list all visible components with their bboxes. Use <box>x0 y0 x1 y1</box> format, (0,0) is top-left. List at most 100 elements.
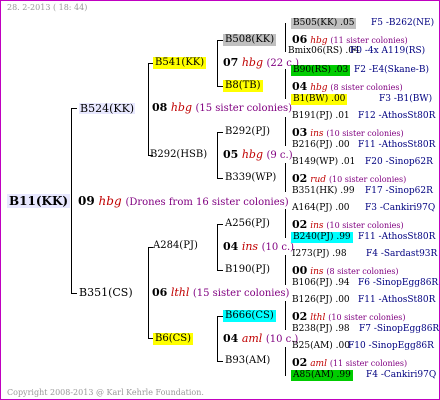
g2-detail-2: 05 hbg (9 c.) <box>223 149 293 161</box>
g4-node-12[interactable]: B106(PJ) .94 <box>292 279 350 288</box>
g4-node-1[interactable]: B505(KK) .05 <box>291 18 357 29</box>
g1-num-2: 06 <box>152 286 168 299</box>
g3-code-4: rud <box>310 175 327 185</box>
g3-num-3: 03 <box>292 126 308 139</box>
g3-code-3: ins <box>310 129 324 139</box>
g4-origin-12: F6 -SinopEgg86R <box>358 278 439 288</box>
g3-node-1[interactable]: B508(KK) <box>223 34 277 46</box>
g4-node-2[interactable]: Bmix06(RS) .04 <box>288 47 360 56</box>
g4-node-5[interactable]: B191(PJ) .01 <box>292 112 350 121</box>
g2d-tick-bottom <box>217 361 223 362</box>
g4-origin-2: F0 -4x A119(RS) <box>350 46 426 56</box>
g3-bracket-8 <box>285 347 286 376</box>
g3-node-5[interactable]: A256(PJ) <box>225 219 270 229</box>
g2-node-2[interactable]: B292(HSB) <box>150 150 207 160</box>
g3-bracket-4 <box>285 163 286 192</box>
g2-detail-4: 04 aml (10 c.) <box>223 333 298 345</box>
g3-node-2[interactable]: B8(TB) <box>223 80 263 92</box>
g1a-bracket <box>148 63 149 155</box>
g3-detail-5: 02 ins (10 sister colonies) <box>292 219 404 231</box>
g3-node-6[interactable]: B190(PJ) <box>225 265 270 275</box>
g3-code-6: ins <box>310 267 324 277</box>
g3-node-7[interactable]: B666(CS) <box>223 310 276 322</box>
g2b-tick-top <box>217 132 223 133</box>
g3-code-7: lthl <box>310 313 326 323</box>
g4-node-15[interactable]: B25(AM) .00 <box>292 342 350 351</box>
g4-origin-4: F3 -B1(BW) <box>379 94 433 104</box>
g4-node-14[interactable]: B238(PJ) .98 <box>292 325 350 334</box>
g2c-tick-top <box>217 224 223 225</box>
g4-origin-13: F11 -AthosSt80R <box>358 295 436 305</box>
g1-note-2: (15 sister colonies) <box>192 288 290 299</box>
g2-num-3: 04 <box>223 240 239 253</box>
g4-node-8[interactable]: B351(HK) .99 <box>292 187 355 196</box>
g3-note-4: (10 sister colonies) <box>328 175 407 184</box>
g4-node-11[interactable]: I273(PJ) .98 <box>292 250 347 259</box>
g3-note-6: (8 sister colonies) <box>326 267 399 276</box>
g2-code-2: hbg <box>241 148 263 161</box>
g1-detail-2: 06 lthl (15 sister colonies) <box>152 287 289 299</box>
g3-note-7: (10 sister colonies) <box>328 313 406 322</box>
g3-num-4: 02 <box>292 172 308 185</box>
g3-num-8: 02 <box>292 356 308 369</box>
g2-code-3: ins <box>241 240 259 253</box>
g1-num-1: 08 <box>152 101 168 114</box>
g4-node-4[interactable]: B1(BW) .00 <box>291 94 348 105</box>
g3-node-4[interactable]: B339(WP) <box>225 173 276 183</box>
g1-node-2[interactable]: B351(CS) <box>79 287 133 298</box>
g1-note-1: (15 sister colonies) <box>195 103 293 114</box>
g3-num-2: 04 <box>292 80 308 93</box>
g2-detail-1: 07 hbg (22 c.) <box>223 57 299 69</box>
g4-origin-10: F11 -AthosSt80R <box>358 232 436 242</box>
g2-note-2: (9 c.) <box>266 150 293 161</box>
g2b-bracket <box>217 132 218 178</box>
g4-origin-14: F7 -SinopEgg86R <box>359 324 440 334</box>
g3-num-6: 00 <box>292 264 308 277</box>
g4-origin-11: F4 -Sardast93R <box>366 249 438 259</box>
g4-origin-5: F12 -AthosSt80R <box>358 111 436 121</box>
g3-bracket-3 <box>285 117 286 146</box>
g3-bracket-6 <box>285 255 286 285</box>
g3-node-8[interactable]: B93(AM) <box>225 356 270 366</box>
g4-node-9[interactable]: A164(PJ) .00 <box>292 204 350 213</box>
g2d-bracket <box>217 316 218 361</box>
g1b-bracket <box>148 247 149 338</box>
root-node[interactable]: B11(KK) <box>7 194 71 208</box>
g1-detail-1: 08 hbg (15 sister colonies) <box>152 102 292 114</box>
g2-node-4[interactable]: B6(CS) <box>153 333 194 345</box>
g4-node-3[interactable]: B90(RS) .03 <box>291 65 351 76</box>
g3-num-7: 02 <box>292 310 308 323</box>
g3-node-3[interactable]: B292(PJ) <box>225 127 270 137</box>
g3-detail-3: 03 ins (10 sister colonies) <box>292 127 404 139</box>
g4-node-6[interactable]: B216(PJ) .00 <box>292 141 350 150</box>
g2c-tick-bottom <box>217 270 223 271</box>
g3-detail-2: 04 hbg (8 sister colonies) <box>292 81 403 93</box>
g1-node-1[interactable]: B524(KK) <box>79 103 136 114</box>
g3-num-5: 02 <box>292 218 308 231</box>
pedigree-frame: 28. 2-2013 ( 18: 44) Copyright 2008-2013… <box>0 0 440 400</box>
g3-bracket-7 <box>285 301 286 330</box>
g3-bracket-2 <box>285 69 286 99</box>
g4-node-7[interactable]: B149(WP) .01 <box>292 158 355 167</box>
root-note: (Drones from 16 sister colonies) <box>125 197 289 208</box>
g1-code-2: lthl <box>170 286 190 299</box>
g4-node-10[interactable]: B240(PJ) .99 <box>291 232 353 243</box>
g2-node-3[interactable]: A284(PJ) <box>153 241 198 251</box>
copyright-footer: Copyright 2008-2013 @ Karl Kehrle Founda… <box>7 388 204 397</box>
g2-note-3: (10 c.) <box>261 242 295 253</box>
g3-detail-8: 02 aml (11 sister colonies) <box>292 357 407 369</box>
g3-note-2: (8 sister colonies) <box>330 83 403 92</box>
g3-note-3: (10 sister colonies) <box>326 129 404 138</box>
g2b-tick-bottom <box>217 178 223 179</box>
g2a-bracket <box>217 40 218 86</box>
g4-origin-15: F10 -SinopEgg86R <box>348 341 434 351</box>
g2-code-1: hbg <box>241 56 263 69</box>
g2-node-1[interactable]: B541(KK) <box>153 57 207 69</box>
g4-node-16[interactable]: A85(AM) .99 <box>291 370 353 381</box>
root-code: hbg <box>98 194 122 208</box>
g2c-bracket <box>217 224 218 270</box>
g4-node-13[interactable]: B126(PJ) .00 <box>292 296 350 305</box>
root-tick-bottom <box>71 293 77 294</box>
g3-bracket-1 <box>285 23 286 52</box>
g3-note-8: (11 sister colonies) <box>329 359 408 368</box>
